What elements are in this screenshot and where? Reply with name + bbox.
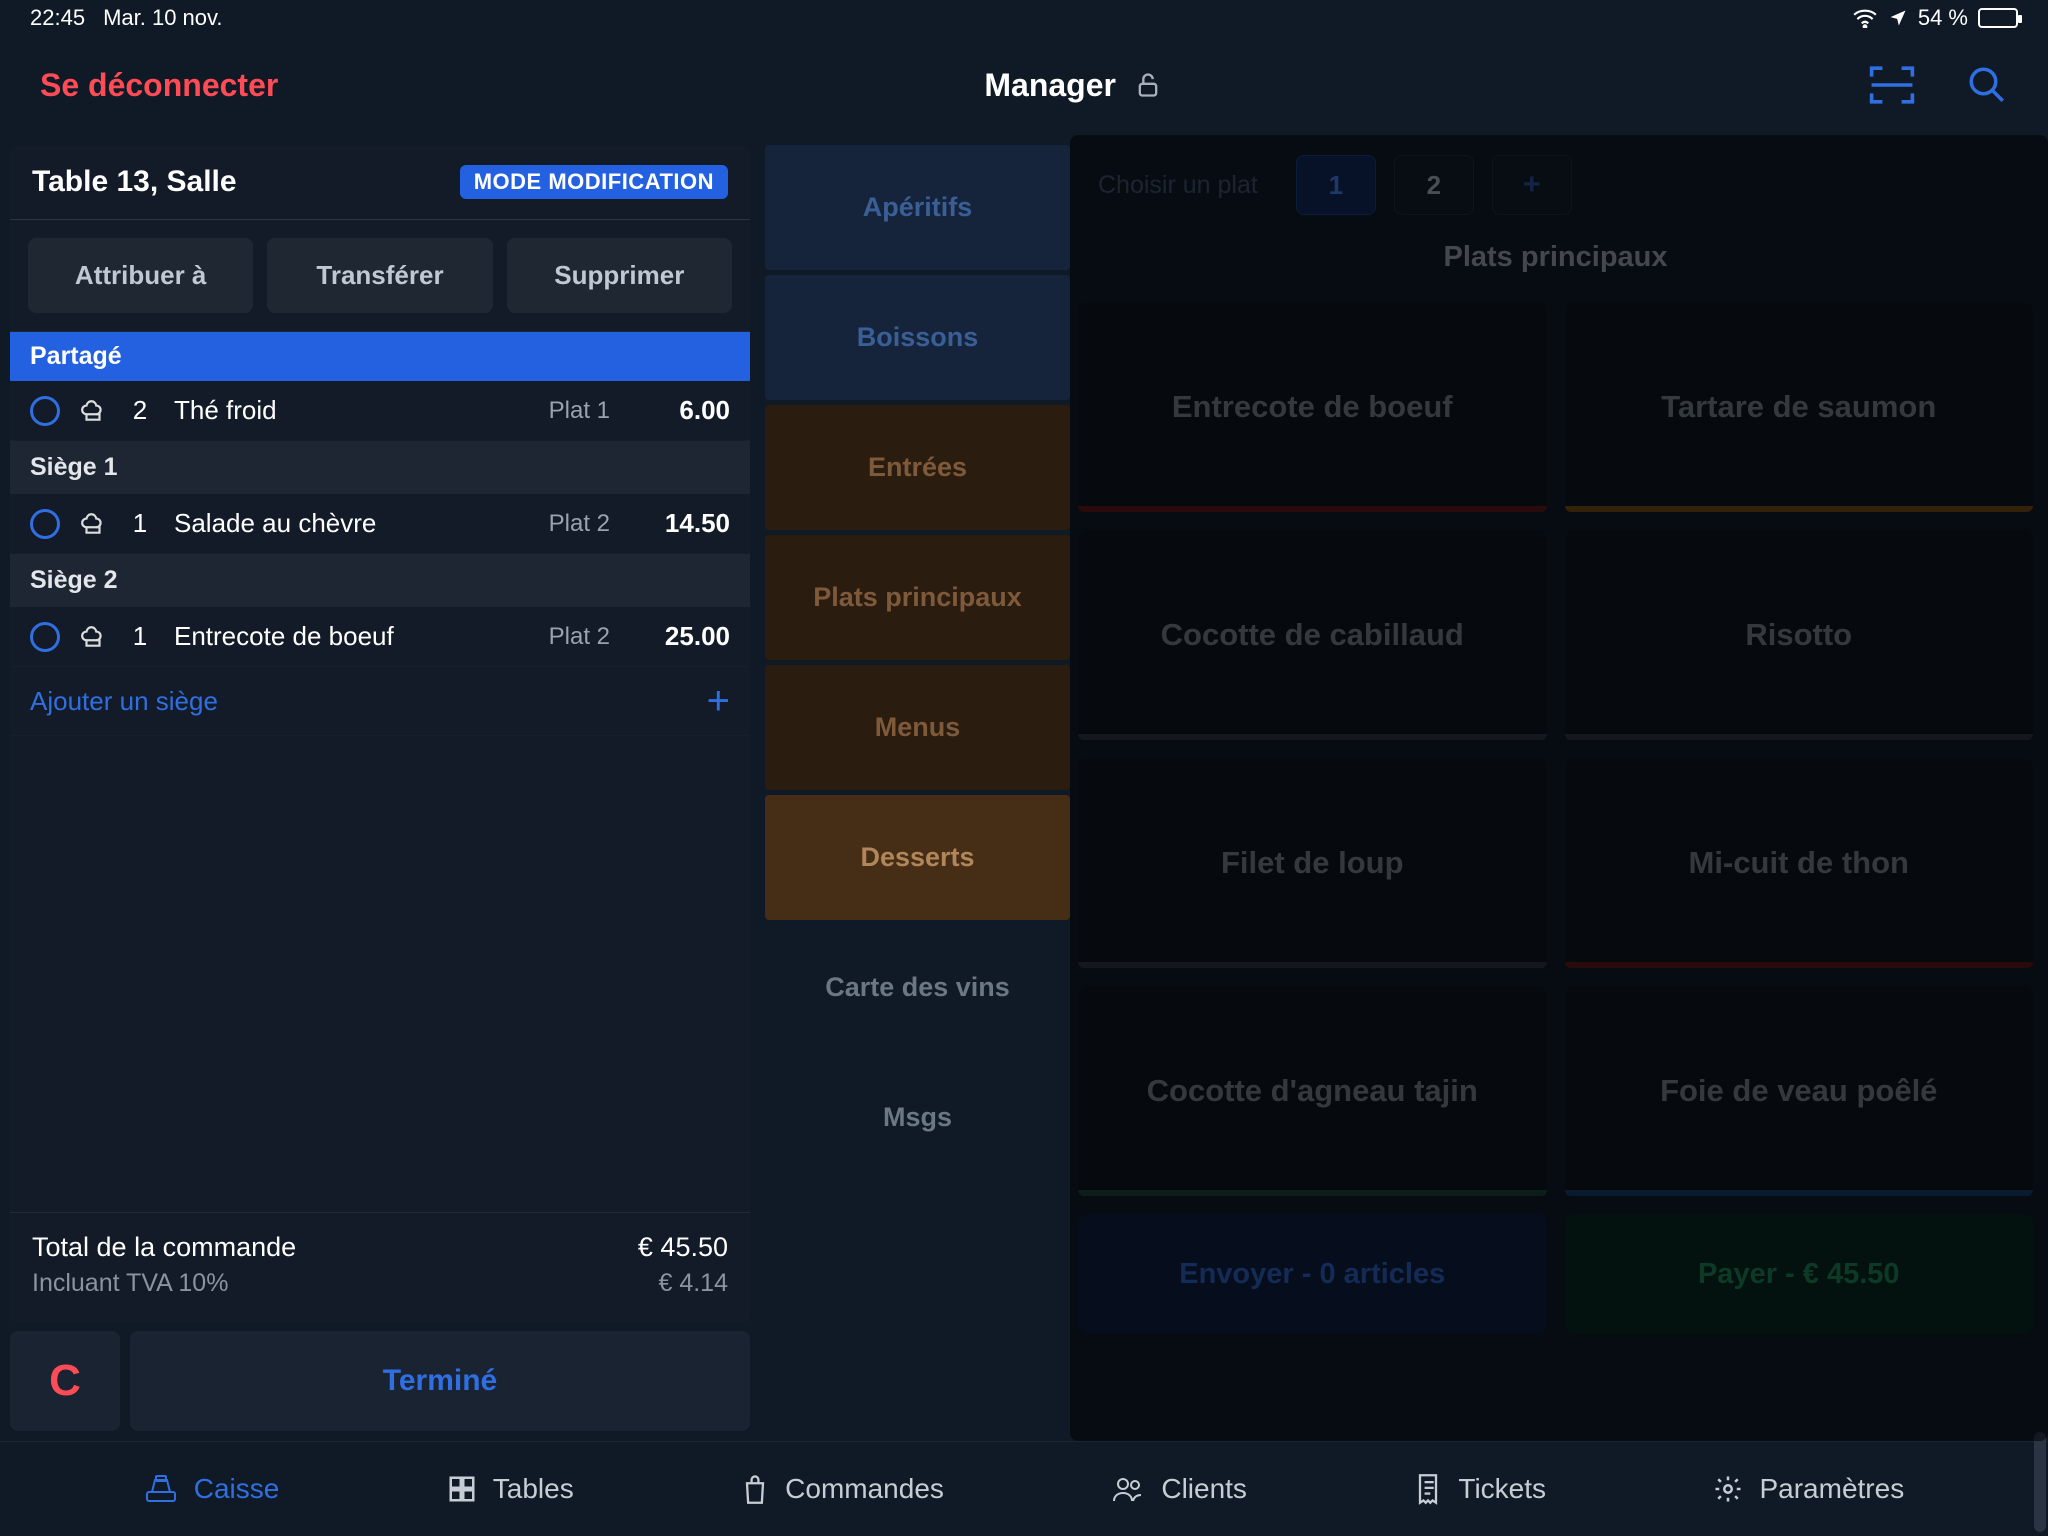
nav-tickets[interactable]: Tickets [1414,1473,1546,1505]
category-menus[interactable]: Menus [765,665,1070,790]
line-name: Salade au chèvre [174,508,490,539]
app-header: Se déconnecter Manager [0,35,2048,135]
dish-entrecote-de-boeuf[interactable]: Entrecote de boeuf [1078,302,1547,512]
nav-clients[interactable]: Clients [1111,1473,1247,1505]
course-selector: Choisir un plat 1 2 + [1078,145,2033,225]
dish-tartare-de-saumon[interactable]: Tartare de saumon [1565,302,2034,512]
location-icon [1888,8,1908,28]
users-icon [1111,1475,1145,1503]
nav-label: Tables [493,1473,574,1505]
line-price: 14.50 [630,508,730,539]
line-price: 25.00 [630,621,730,652]
transfer-button[interactable]: Transférer [267,238,492,313]
nav-commandes[interactable]: Commandes [741,1473,944,1505]
line-name: Thé froid [174,395,490,426]
plus-icon: + [707,681,730,721]
vat-value: € 4.14 [658,1269,728,1298]
nav-caisse[interactable]: Caisse [144,1473,280,1505]
category-column: Apéritifs Boissons Entrées Plats princip… [760,135,1070,1441]
dish-mi-cuit-de-thon[interactable]: Mi-cuit de thon [1565,758,2034,968]
seat-1-header[interactable]: Siège 1 [10,441,750,494]
add-seat-label: Ajouter un siège [30,686,218,717]
gear-icon [1713,1474,1743,1504]
nav-label: Tickets [1458,1473,1546,1505]
category-boissons[interactable]: Boissons [765,275,1070,400]
select-circle[interactable] [30,509,60,539]
category-aperitifs[interactable]: Apéritifs [765,145,1070,270]
dish-cocotte-de-cabillaud[interactable]: Cocotte de cabillaud [1078,530,1547,740]
battery-percent: 54 % [1918,5,1968,31]
dish-risotto[interactable]: Risotto [1565,530,2034,740]
order-line[interactable]: 2 Thé froid Plat 1 6.00 [10,381,750,441]
bag-icon [741,1473,769,1505]
nav-label: Clients [1161,1473,1247,1505]
total-label: Total de la commande [32,1232,296,1263]
nav-parametres[interactable]: Paramètres [1713,1473,1904,1505]
dishes-section-title: Plats principaux [1078,241,2033,274]
pay-button[interactable]: Payer - € 45.50 [1565,1214,2034,1334]
dish-cocotte-agneau-tajin[interactable]: Cocotte d'agneau tajin [1078,986,1547,1196]
line-course: Plat 2 [510,510,610,538]
chef-hat-icon [80,398,106,424]
line-qty: 2 [126,395,154,426]
scan-icon[interactable] [1868,64,1916,106]
assign-button[interactable]: Attribuer à [28,238,253,313]
category-msgs[interactable]: Msgs [765,1055,1070,1180]
course-1-pill[interactable]: 1 [1296,155,1376,215]
order-line[interactable]: 1 Entrecote de boeuf Plat 2 25.00 [10,607,750,667]
vat-label: Incluant TVA 10% [32,1269,228,1298]
nav-label: Caisse [194,1473,280,1505]
receipt-icon [1414,1473,1442,1505]
register-icon [144,1474,178,1504]
battery-icon [1978,8,2018,28]
nav-tables[interactable]: Tables [447,1473,574,1505]
nav-label: Commandes [785,1473,944,1505]
category-carte-des-vins[interactable]: Carte des vins [765,925,1070,1050]
nav-label: Paramètres [1759,1473,1904,1505]
delete-button[interactable]: Supprimer [507,238,732,313]
seat-2-header[interactable]: Siège 2 [10,554,750,607]
status-bar: 22:45 Mar. 10 nov. 54 % [0,0,2048,35]
order-totals: Total de la commande € 45.50 Incluant TV… [10,1212,750,1323]
seat-shared-header[interactable]: Partagé [10,332,750,381]
category-plats-principaux[interactable]: Plats principaux [765,535,1070,660]
total-value: € 45.50 [638,1232,728,1263]
course-add-pill[interactable]: + [1492,155,1572,215]
course-2-pill[interactable]: 2 [1394,155,1474,215]
select-circle[interactable] [30,396,60,426]
chef-hat-icon [80,511,106,537]
tables-icon [447,1474,477,1504]
line-course: Plat 2 [510,623,610,651]
logout-button[interactable]: Se déconnecter [40,67,278,104]
status-date: Mar. 10 nov. [103,5,222,31]
dish-filet-de-loup[interactable]: Filet de loup [1078,758,1547,968]
wifi-icon [1852,8,1878,28]
category-entrees[interactable]: Entrées [765,405,1070,530]
select-circle[interactable] [30,622,60,652]
bottom-nav: Caisse Tables Commandes Clients Tickets … [0,1441,2048,1536]
table-name: Table 13, Salle [32,165,237,199]
line-qty: 1 [126,508,154,539]
chef-hat-icon [80,624,106,650]
order-line[interactable]: 1 Salade au chèvre Plat 2 14.50 [10,494,750,554]
line-qty: 1 [126,621,154,652]
line-price: 6.00 [630,395,730,426]
line-course: Plat 1 [510,397,610,425]
category-desserts[interactable]: Desserts [765,795,1070,920]
send-button[interactable]: Envoyer - 0 articles [1078,1214,1547,1334]
scrollbar[interactable] [2034,1432,2046,1532]
page-title: Manager [984,67,1116,104]
search-icon[interactable] [1966,64,2008,106]
line-name: Entrecote de boeuf [174,621,490,652]
dish-foie-de-veau-poele[interactable]: Foie de veau poêlé [1565,986,2034,1196]
add-seat-button[interactable]: Ajouter un siège + [10,667,750,736]
unlock-icon[interactable] [1134,71,1162,99]
done-button[interactable]: Terminé [130,1331,750,1431]
clear-button[interactable]: C [10,1331,120,1431]
choose-dish-label: Choisir un plat [1078,171,1278,200]
edit-mode-badge: MODE MODIFICATION [460,165,728,199]
status-time: 22:45 [30,5,85,31]
